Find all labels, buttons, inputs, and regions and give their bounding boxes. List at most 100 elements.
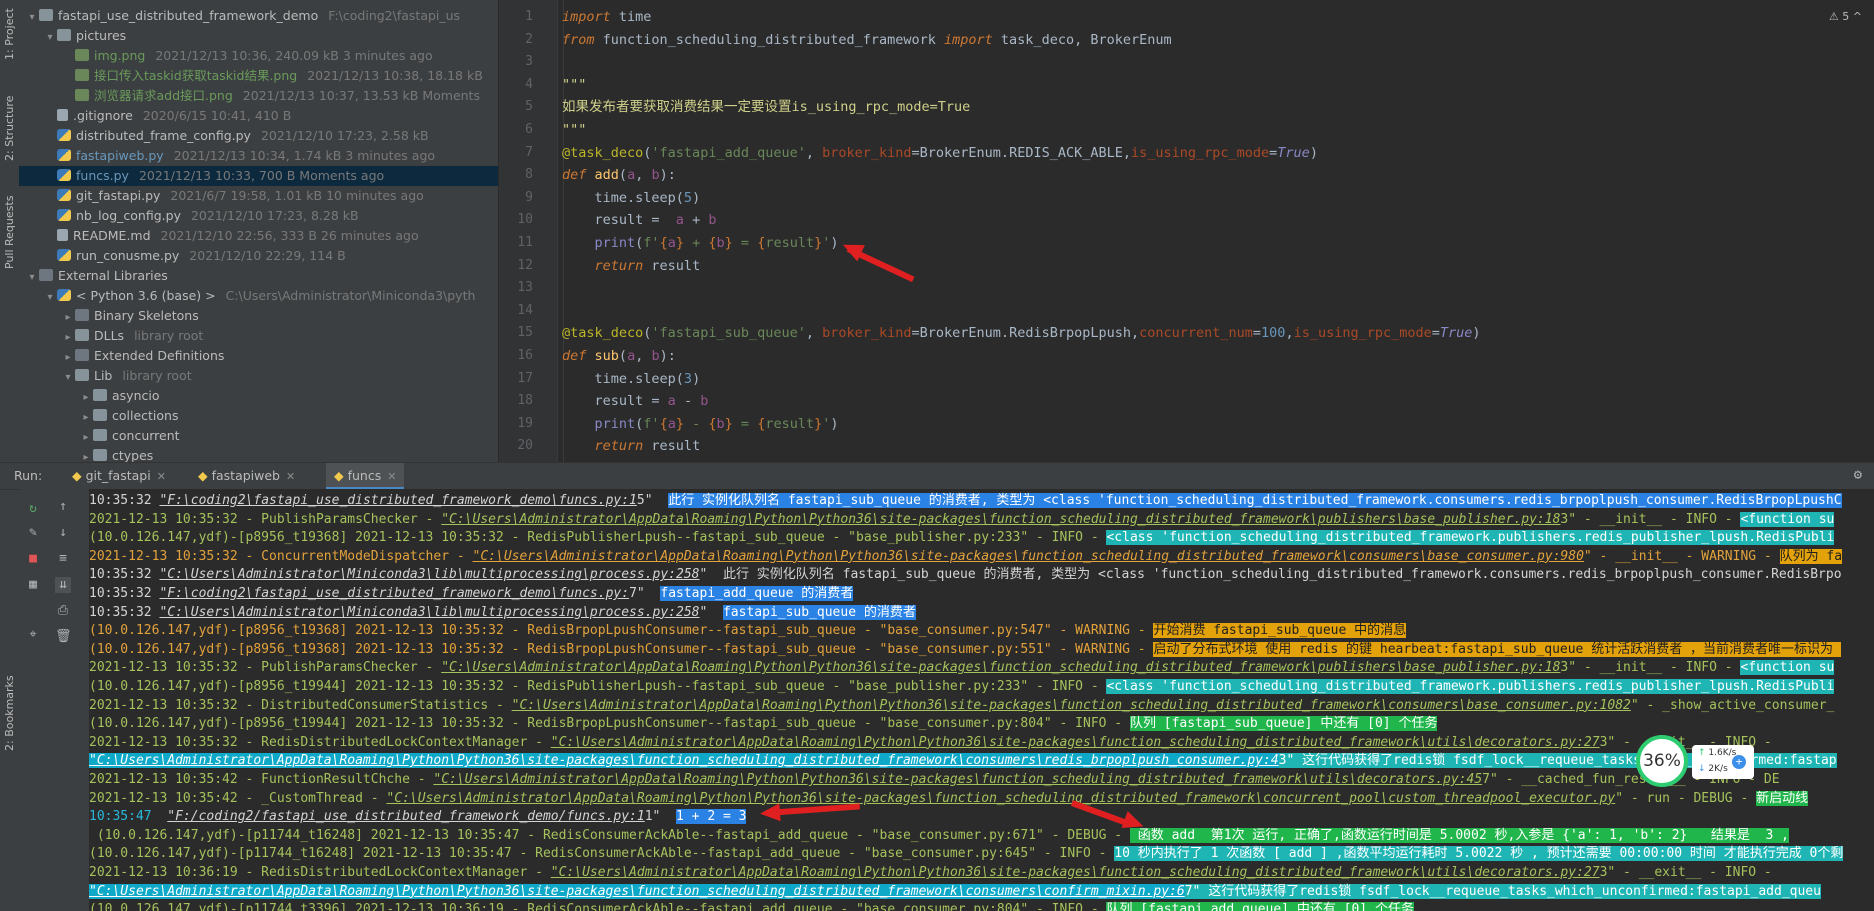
- console-line[interactable]: "C:\Users\Administrator\AppData\Roaming\…: [89, 883, 1821, 901]
- soft-wrap-icon[interactable]: ≡: [55, 551, 71, 567]
- run-tab-git-fastapi[interactable]: ◆ git_fastapi ✕: [64, 463, 174, 489]
- chevron-right-icon[interactable]: ▸: [61, 308, 75, 328]
- console-line[interactable]: (10.0.126.147,ydf)-[p11744_t3396] 2021-1…: [89, 901, 1414, 911]
- tree-row[interactable]: ▾ External Libraries: [19, 266, 178, 286]
- run-console-output[interactable]: 10:35:32 "F:\coding2\fastapi_use_distrib…: [89, 489, 1874, 911]
- print-icon[interactable]: ⎙: [55, 603, 71, 619]
- code-line[interactable]: 如果发布者要获取消费结果一定要设置is_using_rpc_mode=True: [562, 96, 970, 118]
- tree-row[interactable]: 接口传入taskid获取taskid结果.png 2021/12/13 10:38…: [19, 66, 483, 86]
- console-line[interactable]: (10.0.126.147,ydf)-[p8956_t19368] 2021-1…: [89, 529, 1835, 547]
- trash-icon[interactable]: 🗑: [55, 629, 72, 645]
- console-line[interactable]: 2021-12-13 10:35:32 - RedisDistributedLo…: [89, 734, 1780, 752]
- code-line[interactable]: @task_deco('fastapi_sub_queue', broker_k…: [562, 322, 1481, 344]
- chevron-right-icon[interactable]: ▸: [79, 448, 93, 462]
- code-line[interactable]: return result: [562, 435, 701, 457]
- tree-row[interactable]: ▾ pictures: [19, 26, 136, 46]
- chevron-down-icon[interactable]: ▾: [43, 28, 57, 48]
- tree-row[interactable]: fastapiweb.py 2021/12/13 10:34, 1.74 kB 3…: [19, 146, 435, 166]
- down-icon[interactable]: ↓: [55, 525, 71, 541]
- console-line[interactable]: (10.0.126.147,ydf)-[p8956_t19944] 2021-1…: [89, 715, 1438, 733]
- console-line[interactable]: (10.0.126.147,ydf)-[p8956_t19368] 2021-1…: [89, 622, 1407, 640]
- code-line[interactable]: """: [562, 119, 586, 141]
- run-tab-funcs[interactable]: ◆ funcs ✕: [326, 463, 405, 489]
- settings-gear-icon[interactable]: ⚙: [1854, 467, 1862, 483]
- console-line[interactable]: 2021-12-13 10:35:32 - DistributedConsume…: [89, 697, 1834, 715]
- tree-row[interactable]: ▸ asyncio: [19, 386, 170, 406]
- tree-row[interactable]: ▸ concurrent: [19, 426, 190, 446]
- chevron-right-icon[interactable]: ▸: [79, 388, 93, 408]
- tree-row[interactable]: 浏览器请求add接口.png 2021/12/13 10:37, 13.53 kB…: [19, 86, 480, 106]
- tree-row[interactable]: nb_log_config.py 2021/12/10 17:23, 8.28 k…: [19, 206, 359, 226]
- chevron-down-icon[interactable]: ▾: [61, 368, 75, 388]
- tree-row[interactable]: ▾ < Python 3.6 (base) > C:\Users\Administr…: [19, 286, 475, 306]
- console-line[interactable]: 10:35:47 "F:/coding2/fastapi_use_distrib…: [89, 808, 747, 826]
- code-line[interactable]: print(f'{a} - {b} = {result}'): [562, 413, 839, 435]
- tree-row[interactable]: funcs.py 2021/12/13 10:33, 700 B Moments …: [19, 166, 498, 186]
- chevron-right-icon[interactable]: ▸: [79, 408, 93, 428]
- tree-row[interactable]: ▾ Lib library root: [19, 366, 191, 388]
- console-line[interactable]: 10:35:32 "C:\Users\Administrator\Minicon…: [89, 604, 916, 622]
- console-line[interactable]: 10:35:32 "F:\coding2\fastapi_use_distrib…: [89, 585, 854, 603]
- close-icon[interactable]: ✕: [157, 470, 166, 483]
- scroll-end-icon[interactable]: ⇊: [55, 577, 71, 593]
- chevron-right-icon[interactable]: ▸: [61, 328, 75, 348]
- chevron-down-icon[interactable]: ▾: [25, 8, 39, 28]
- console-line[interactable]: 10:35:32 "C:\Users\Administrator\Minicon…: [89, 566, 1842, 584]
- tree-row[interactable]: .gitignore 2020/6/15 10:41, 410 B: [19, 106, 291, 126]
- tool-tab-structure[interactable]: 2: Structure: [1, 86, 18, 170]
- chevron-down-icon[interactable]: ▾: [43, 288, 57, 308]
- tree-row[interactable]: ▸ collections: [19, 406, 189, 426]
- rerun-icon[interactable]: ↻: [25, 501, 41, 517]
- network-speed-widget[interactable]: 36% ↑ 1.6K/s ↓ 2K/s +: [1636, 735, 1756, 787]
- tree-row[interactable]: distributed_frame_config.py 2021/12/10 17…: [19, 126, 429, 146]
- console-line[interactable]: 2021-12-13 10:36:19 - RedisDistributedLo…: [89, 864, 1780, 882]
- wrench-icon[interactable]: ✎: [25, 525, 41, 541]
- tree-row[interactable]: README.md 2021/12/10 22:56, 333 B 26 minu…: [19, 226, 419, 246]
- tree-row[interactable]: img.png 2021/12/13 10:36, 240.09 kB 3 min…: [19, 46, 433, 66]
- chevron-right-icon[interactable]: ▸: [61, 348, 75, 368]
- stop-icon[interactable]: ■: [25, 551, 41, 567]
- code-line[interactable]: """: [562, 74, 586, 96]
- code-editor[interactable]: ⚠ 5 ^ import time from function_schedulin…: [558, 0, 1874, 462]
- run-tab-fastapiweb[interactable]: ◆ fastapiweb ✕: [190, 463, 303, 489]
- chevron-right-icon[interactable]: ▸: [79, 428, 93, 448]
- console-line[interactable]: 2021-12-13 10:35:42 - FunctionResultChch…: [89, 771, 1780, 789]
- tree-row[interactable]: run_conusme.py 2021/12/10 22:29, 114 B: [19, 246, 346, 266]
- chevron-down-icon[interactable]: ▾: [25, 268, 39, 288]
- tree-row[interactable]: git_fastapi.py 2021/6/7 19:58, 1.01 kB 10…: [19, 186, 424, 206]
- layout-icon[interactable]: ▦: [25, 577, 41, 593]
- tree-row[interactable]: ▸ Extended Definitions: [19, 346, 234, 366]
- console-line[interactable]: 2021-12-13 10:35:32 - PublishParamsCheck…: [89, 511, 1835, 529]
- close-icon[interactable]: ✕: [387, 470, 396, 483]
- code-line[interactable]: @task_deco('fastapi_add_queue', broker_k…: [562, 142, 1318, 164]
- code-line[interactable]: result = a + b: [562, 209, 717, 231]
- console-line[interactable]: (10.0.126.147,ydf)-[p8956_t19944] 2021-1…: [89, 678, 1835, 696]
- code-line[interactable]: time.sleep(3): [562, 368, 701, 390]
- code-line[interactable]: def sub(a, b):: [562, 345, 676, 367]
- code-line[interactable]: return result: [562, 255, 701, 277]
- tool-tab-pull-requests[interactable]: Pull Requests: [1, 186, 18, 278]
- console-line[interactable]: "C:\Users\Administrator\AppData\Roaming\…: [89, 752, 1837, 770]
- console-line[interactable]: 10:35:32 "F:\coding2\fastapi_use_distrib…: [89, 492, 1842, 510]
- tree-row[interactable]: ▾ fastapi_use_distributed_framework_demo F…: [19, 6, 460, 26]
- tree-row[interactable]: ▸ DLLs library root: [19, 326, 203, 346]
- console-line[interactable]: 2021-12-13 10:35:32 - ConcurrentModeDisp…: [89, 548, 1843, 566]
- close-icon[interactable]: ✕: [286, 470, 295, 483]
- inspection-warning-badge[interactable]: ⚠ 5 ^: [1829, 10, 1862, 23]
- console-line[interactable]: (10.0.126.147,ydf)-[p11744_t16248] 2021-…: [89, 827, 1789, 845]
- tree-row[interactable]: ▸ Binary Skeletons: [19, 306, 209, 326]
- console-line[interactable]: (10.0.126.147,ydf)-[p11744_t16248] 2021-…: [89, 845, 1844, 863]
- up-icon[interactable]: ↑: [55, 499, 71, 515]
- tool-tab-bookmarks[interactable]: 2: Bookmarks: [1, 668, 18, 758]
- code-line[interactable]: time.sleep(5): [562, 187, 701, 209]
- code-line[interactable]: result = a - b: [562, 390, 709, 412]
- console-line[interactable]: (10.0.126.147,ydf)-[p8956_t19368] 2021-1…: [89, 641, 1841, 659]
- pin-icon[interactable]: ⌖: [25, 627, 41, 643]
- code-line[interactable]: def add(a, b):: [562, 164, 676, 186]
- plus-icon[interactable]: +: [1732, 755, 1746, 769]
- code-line[interactable]: print(f'{a} + {b} = {result}'): [562, 232, 839, 254]
- console-line[interactable]: 2021-12-13 10:35:42 - _CustomThread - "C…: [89, 790, 1809, 808]
- tool-tab-project[interactable]: 1: Project: [1, 2, 18, 66]
- console-line[interactable]: 2021-12-13 10:35:32 - PublishParamsCheck…: [89, 659, 1835, 677]
- code-line[interactable]: from function_scheduling_distributed_fra…: [562, 29, 1172, 51]
